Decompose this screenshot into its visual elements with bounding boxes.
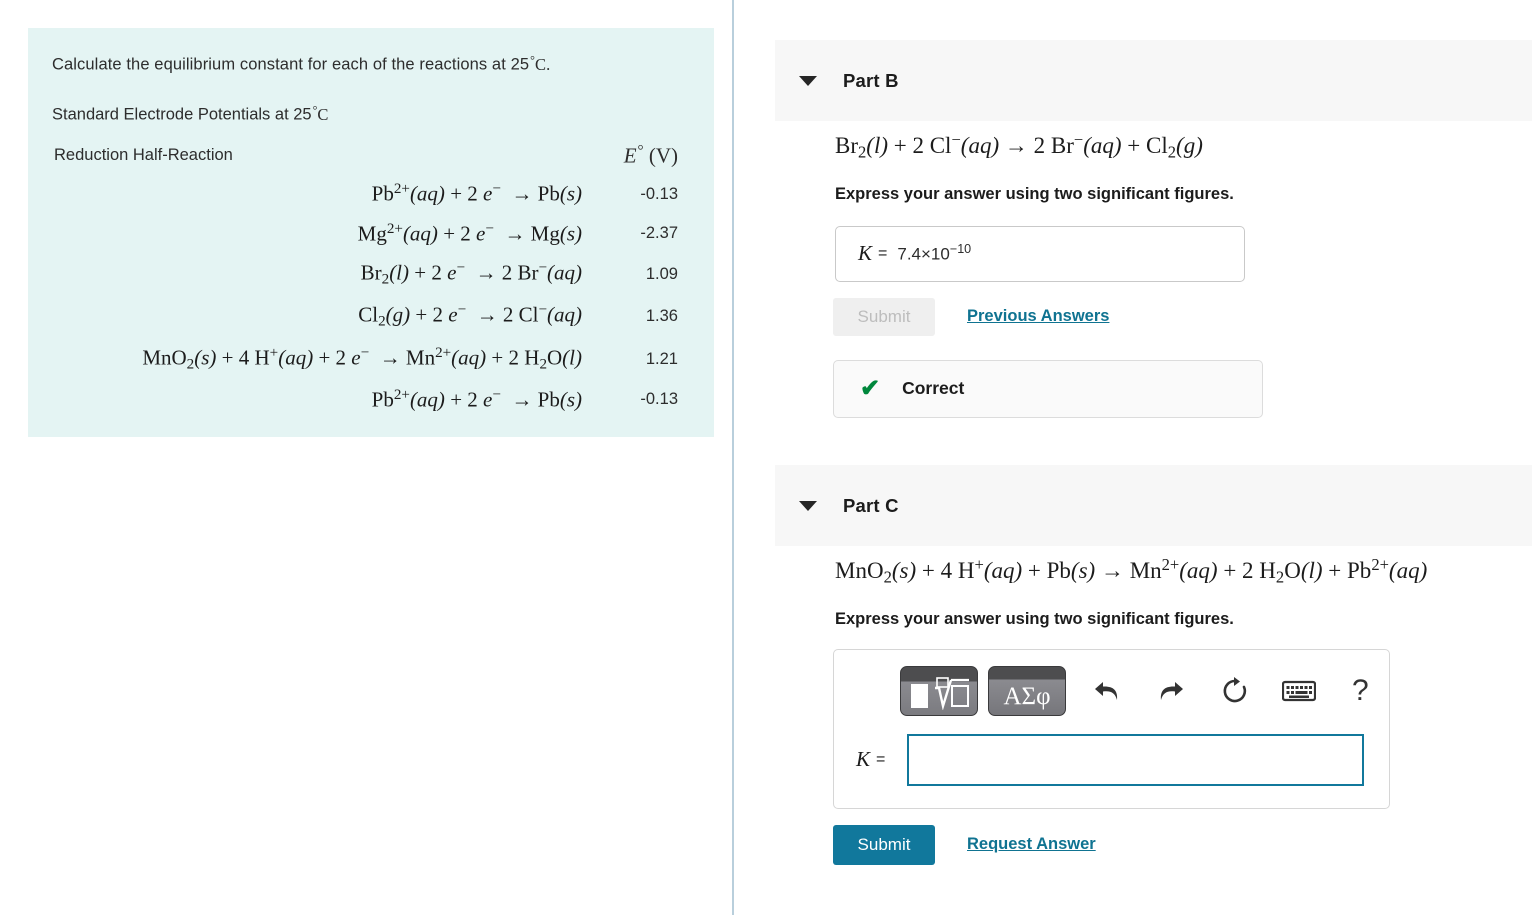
check-icon: ✔ xyxy=(860,374,881,402)
standard-potentials-table: Reduction Half-Reaction E° (V) Pb2+(aq) … xyxy=(52,143,690,419)
part-b-feedback-text: Correct xyxy=(902,378,965,399)
column-header-reaction: Reduction Half-Reaction xyxy=(54,146,233,165)
table-header-row: Reduction Half-Reaction E° (V) xyxy=(52,143,690,174)
previous-answers-link[interactable]: Previous Answers xyxy=(967,307,1109,326)
part-b-feedback-banner: ✔ Correct xyxy=(833,359,1263,418)
potential-cell: -0.13 xyxy=(640,390,678,409)
part-b-submit-button: Submit xyxy=(833,297,935,336)
table-title-text: Standard Electrode Potentials at 25 xyxy=(52,106,312,125)
prompt-text: Calculate the equilibrium constant for e… xyxy=(52,55,530,74)
part-b-body: Br2(l) + 2 Cl−(aq) → 2 Br−(aq) + Cl2(g) … xyxy=(775,130,1532,418)
request-answer-link[interactable]: Request Answer xyxy=(967,835,1096,854)
part-b-title: Part B xyxy=(843,69,899,91)
table-title-unit: C xyxy=(317,105,329,125)
reaction-cell: Mg2+(aq) + 2 e− → Mg(s) xyxy=(357,220,582,245)
potential-cell: -0.13 xyxy=(640,184,678,203)
potential-cell: 1.09 xyxy=(645,264,678,283)
potential-cell: 1.21 xyxy=(645,349,678,368)
part-c-button-row: Submit Request Answer xyxy=(833,824,1532,865)
part-b-equation: Br2(l) + 2 Cl−(aq) → 2 Br−(aq) + Cl2(g) xyxy=(835,130,1203,162)
caret-down-icon[interactable] xyxy=(799,500,817,511)
part-b-button-row: Submit Previous Answers xyxy=(833,297,1532,336)
answer-pane: Part B Br2(l) + 2 Cl−(aq) → 2 Br−(aq) + … xyxy=(736,0,1532,915)
part-b-equals: = xyxy=(878,244,888,262)
reset-icon[interactable] xyxy=(1212,668,1258,714)
table-row: Pb2+(aq) + 2 e− → Pb(s) -0.13 xyxy=(52,380,690,419)
part-c-submit-button[interactable]: Submit xyxy=(833,824,935,865)
math-toolbar: ΑΣφ ? xyxy=(900,662,1389,720)
keyboard-icon[interactable] xyxy=(1276,668,1322,714)
table-row: Mg2+(aq) + 2 e− → Mg(s) -2.37 xyxy=(52,214,690,253)
prompt-unit: C. xyxy=(534,54,551,74)
problem-pane: Calculate the equilibrium constant for e… xyxy=(0,0,734,915)
part-c-equals: = xyxy=(876,750,886,768)
reaction-cell: Br2(l) + 2 e− → 2 Br−(aq) xyxy=(360,259,582,288)
undo-icon[interactable] xyxy=(1084,668,1130,714)
part-c-header[interactable]: Part C xyxy=(775,465,1532,546)
part-c-input-row: K = xyxy=(856,733,1389,786)
problem-prompt: Calculate the equilibrium constant for e… xyxy=(52,52,690,77)
part-b-k-label: K xyxy=(858,241,873,266)
reaction-cell: Cl2(g) + 2 e− → 2 Cl−(aq) xyxy=(358,302,582,330)
reaction-cell: MnO2(s) + 4 H+(aq) + 2 e− → Mn2+(aq) + 2… xyxy=(142,344,582,373)
math-template-icon[interactable] xyxy=(900,665,978,716)
potential-cell: -2.37 xyxy=(640,223,678,242)
part-c-equation: MnO2(s) + 4 H+(aq) + Pb(s) → Mn2+(aq) + … xyxy=(835,555,1428,587)
part-c-body: MnO2(s) + 4 H+(aq) + Pb(s) → Mn2+(aq) + … xyxy=(775,555,1532,865)
part-b-instruction: Express your answer using two significan… xyxy=(835,184,1234,203)
table-row: Pb2+(aq) + 2 e− → Pb(s) -0.13 xyxy=(52,174,690,213)
caret-down-icon[interactable] xyxy=(799,75,817,86)
part-c-title: Part C xyxy=(843,494,899,516)
part-c-math-entry: ΑΣφ ? K = xyxy=(833,648,1390,809)
table-title: Standard Electrode Potentials at 25°C xyxy=(52,103,690,125)
greek-symbols-icon[interactable]: ΑΣφ xyxy=(988,665,1066,716)
part-c-instruction: Express your answer using two significan… xyxy=(835,609,1234,628)
part-c-answer-input[interactable] xyxy=(907,733,1365,786)
problem-card: Calculate the equilibrium constant for e… xyxy=(28,28,714,437)
reaction-cell: Pb2+(aq) + 2 e− → Pb(s) xyxy=(371,181,582,206)
table-row: Br2(l) + 2 e− → 2 Br−(aq) 1.09 xyxy=(52,253,690,295)
table-row: Cl2(g) + 2 e− → 2 Cl−(aq) 1.36 xyxy=(52,295,690,337)
part-b-header[interactable]: Part B xyxy=(775,40,1532,121)
page-root: Calculate the equilibrium constant for e… xyxy=(0,0,1532,915)
column-header-potential: E° (V) xyxy=(623,143,678,168)
help-icon[interactable]: ? xyxy=(1352,674,1369,708)
part-b-answer-value: 7.4×10−10 xyxy=(897,242,972,264)
part-b-answer-exponent: −10 xyxy=(949,242,972,257)
potential-cell: 1.36 xyxy=(645,307,678,326)
redo-icon[interactable] xyxy=(1148,668,1194,714)
part-b-answer-box[interactable]: K = 7.4×10−10 xyxy=(835,225,1245,282)
reaction-cell: Pb2+(aq) + 2 e− → Pb(s) xyxy=(371,387,582,412)
table-row: MnO2(s) + 4 H+(aq) + 2 e− → Mn2+(aq) + 2… xyxy=(52,338,690,380)
part-c-k-label: K xyxy=(856,747,871,772)
